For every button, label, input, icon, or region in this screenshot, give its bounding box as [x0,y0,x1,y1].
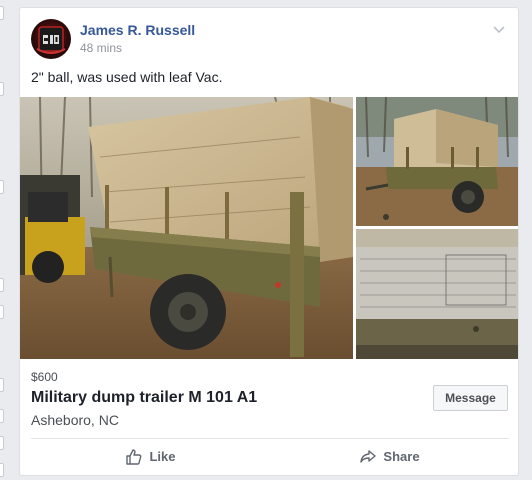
marketplace-post-card: James R. Russell 48 mins 2" ball, was us… [19,7,519,476]
edge-tab [0,6,4,20]
edge-tab [0,378,4,392]
thumbs-up-icon [125,448,143,466]
photo-grid [20,97,518,359]
edge-tab [0,180,4,194]
edge-tab [0,82,4,96]
share-arrow-icon [359,448,377,466]
post-header: James R. Russell 48 mins [31,19,505,61]
chevron-down-icon[interactable] [491,21,507,37]
post-timestamp[interactable]: 48 mins [80,41,122,55]
main-trailer-photo[interactable] [20,97,353,359]
left-edge-strip [0,0,6,480]
message-button[interactable]: Message [433,385,508,411]
listing-price: $600 [31,370,58,384]
listing-location: Asheboro, NC [31,412,119,428]
edge-tab [0,409,4,423]
share-button[interactable]: Share [270,439,509,474]
detail-plate-photo[interactable] [356,229,518,359]
edge-tab [0,436,4,450]
edge-tab [0,278,4,292]
author-name-link[interactable]: James R. Russell [80,22,195,38]
share-label: Share [383,449,420,464]
edge-tab [0,305,4,319]
post-text: 2" ball, was used with leaf Vac. [31,69,223,85]
edge-tab [0,463,4,477]
post-actions-bar: Like Share [31,438,509,474]
author-avatar[interactable] [31,19,71,59]
like-label: Like [149,449,176,464]
side-trailer-photo[interactable] [356,97,518,226]
listing-title[interactable]: Military dump trailer M 101 A1 [31,389,257,407]
like-button[interactable]: Like [31,439,270,474]
